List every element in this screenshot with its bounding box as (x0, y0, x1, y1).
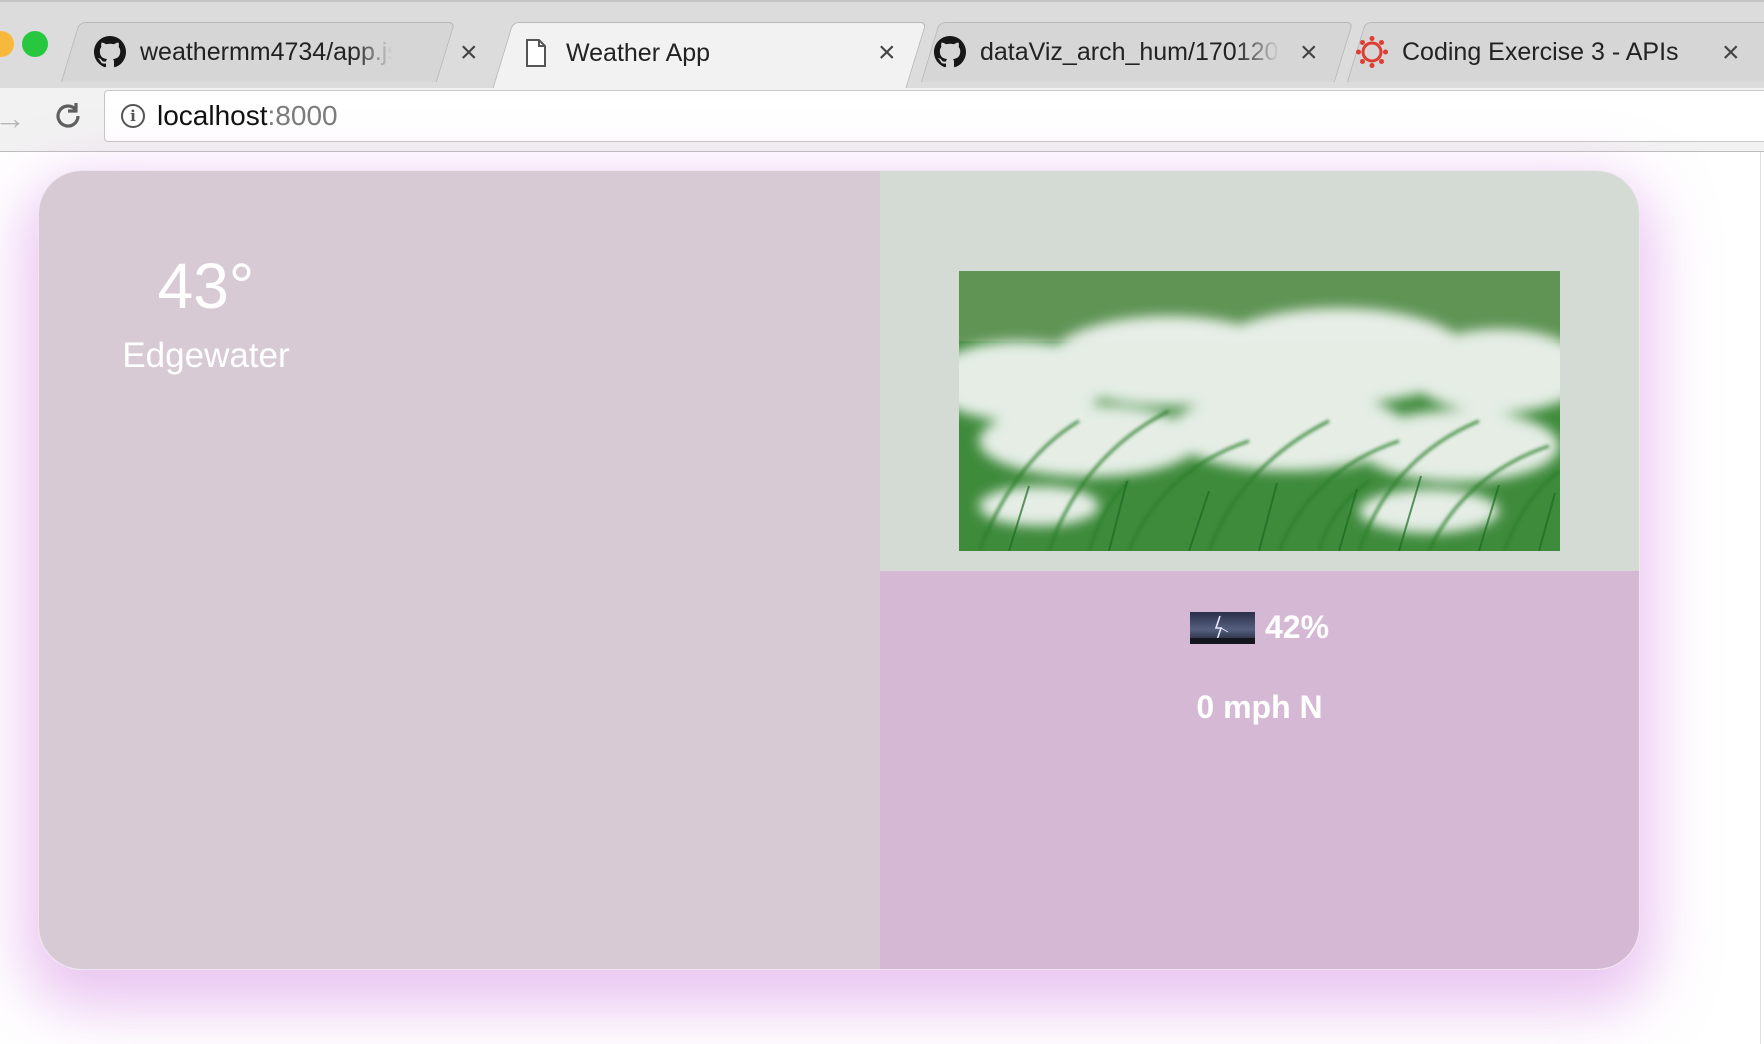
canvas-icon (1356, 36, 1388, 68)
browser-toolbar: → i localhost:8000 (0, 88, 1764, 152)
address-bar[interactable]: i localhost:8000 (104, 90, 1764, 142)
stats-panel: 42% 0 mph N (880, 571, 1639, 969)
close-tab-icon[interactable]: × (460, 38, 478, 68)
forward-arrow-icon[interactable]: → (0, 102, 26, 134)
weather-card: 43° Edgewater 42% 0 mph N (38, 170, 1640, 970)
wind-value: 0 mph N (1196, 689, 1323, 725)
windy-grass-photo (959, 271, 1560, 551)
document-icon (520, 37, 552, 69)
tab-title: dataViz_arch_hum/170120_ (980, 37, 1280, 66)
tab-title: Coding Exercise 3 - APIs (1402, 37, 1679, 66)
github-icon (934, 36, 966, 68)
tab-github-app-js[interactable]: weathermm4734/app.js at g (94, 22, 424, 82)
page-edge-divider (1760, 152, 1761, 1044)
info-icon[interactable]: i (121, 104, 145, 128)
tab-coding-exercise[interactable]: Coding Exercise 3 - APIs (1356, 22, 1736, 82)
humidity-value: 42% (1264, 609, 1330, 645)
city-name: Edgewater (122, 336, 290, 375)
github-icon (94, 36, 126, 68)
tab-weather-app[interactable]: Weather App (520, 22, 880, 84)
lightning-storm-thumbnail (1189, 611, 1255, 644)
url-port: :8000 (267, 100, 338, 131)
tab-github-dataviz[interactable]: dataViz_arch_hum/170120_ (934, 22, 1294, 82)
tab-title: weathermm4734/app.js at g (140, 37, 392, 66)
close-tab-icon[interactable]: × (1722, 38, 1740, 68)
humidity-row: 42% (880, 609, 1639, 646)
condition-image-panel (880, 171, 1639, 571)
maximize-window-button[interactable] (22, 31, 48, 57)
close-tab-icon[interactable]: × (878, 38, 896, 68)
reload-icon[interactable] (52, 100, 84, 137)
temperature: 43° (157, 250, 255, 322)
browser-tab-bar: weathermm4734/app.js at g × Weather App … (0, 0, 1764, 92)
current-conditions-pane: 43° Edgewater (39, 171, 880, 969)
details-pane: 42% 0 mph N (880, 171, 1639, 969)
tab-title: Weather App (566, 38, 711, 67)
minimize-window-button[interactable] (0, 31, 14, 57)
url-host: localhost (157, 100, 268, 131)
close-tab-icon[interactable]: × (1300, 38, 1318, 68)
